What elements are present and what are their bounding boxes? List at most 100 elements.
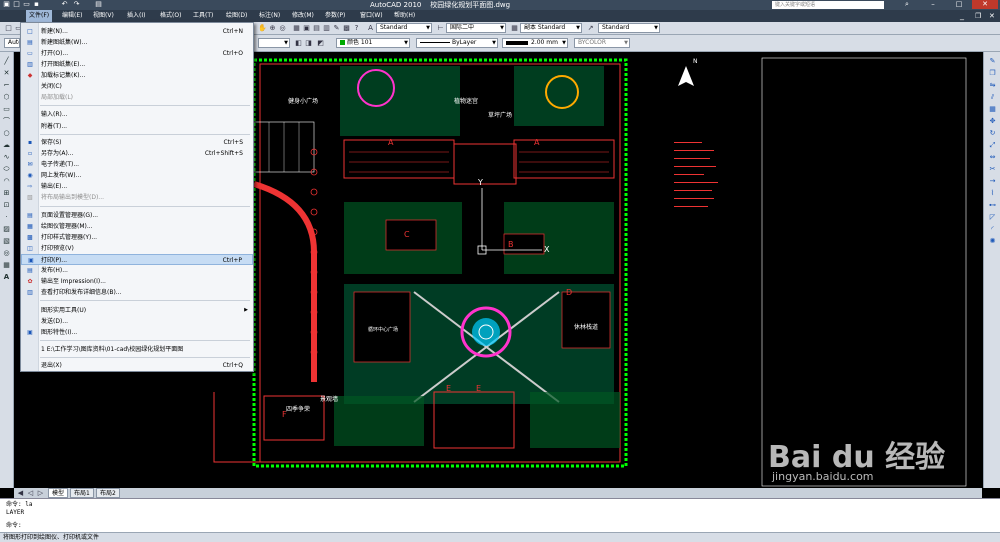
layer-match-icon[interactable]: ◨: [304, 38, 313, 48]
plotstyle-select[interactable]: BYCOLOR ▼: [574, 38, 630, 48]
menu-item-drawing-utilities[interactable]: 图形实用工具(U) ▶: [21, 305, 253, 316]
search-icon[interactable]: ⌕: [894, 0, 920, 9]
search-input[interactable]: 键入关键字或短语: [772, 1, 884, 9]
table-style-select[interactable]: 副本 Standard ▼: [520, 23, 582, 33]
ellipse-icon[interactable]: ⬭: [1, 164, 12, 174]
plot-icon[interactable]: ▤: [94, 0, 103, 9]
menu-item-export-impression[interactable]: ✿ 输出至 Impression(I)...: [21, 276, 253, 287]
tab-model[interactable]: 模型: [48, 488, 69, 498]
point-icon[interactable]: ·: [1, 212, 12, 222]
menu-item-publish-web[interactable]: ◉ 网上发布(W)...: [21, 170, 253, 181]
menu-edit[interactable]: 编辑(E): [62, 10, 82, 22]
insert-block-icon[interactable]: ⊞: [1, 188, 12, 198]
join-icon[interactable]: ⊷: [987, 200, 998, 210]
menu-item-recent-file[interactable]: 1 E:\工作学习\图库资料\01-cad\校园绿化规划平面图: [21, 344, 253, 355]
text-style-select[interactable]: Standard ▼: [376, 23, 432, 33]
polygon-icon[interactable]: ⬡: [1, 92, 12, 102]
design-center-icon[interactable]: ▣: [302, 23, 311, 33]
xline-icon[interactable]: ✕: [1, 68, 12, 78]
menu-item-open-sheet-set[interactable]: ▥ 打开图纸集(E)...: [21, 59, 253, 70]
menu-item-etransmit[interactable]: ✉ 电子传递(T)...: [21, 159, 253, 170]
menu-item-import[interactable]: 输入(R)...: [21, 109, 253, 120]
arc-icon[interactable]: ⌒: [1, 116, 12, 126]
copy-icon[interactable]: ❐: [987, 68, 998, 78]
new-icon[interactable]: □: [12, 0, 21, 9]
menu-item-save[interactable]: ▪ 保存(S) Ctrl+S: [21, 137, 253, 148]
layer-select[interactable]: ▼: [258, 38, 290, 48]
ellipse-arc-icon[interactable]: ◠: [1, 176, 12, 186]
menu-modify[interactable]: 修改(M): [292, 10, 314, 22]
menu-item-new[interactable]: □ 新建(N)... Ctrl+N: [21, 26, 253, 37]
gradient-icon[interactable]: ▧: [1, 236, 12, 246]
doc-close-icon[interactable]: ✕: [989, 10, 995, 22]
menu-help[interactable]: 帮助(H): [394, 10, 415, 22]
menu-item-exit[interactable]: 退出(X) Ctrl+Q: [21, 360, 253, 371]
array-icon[interactable]: ▦: [987, 104, 998, 114]
properties-icon[interactable]: ▦: [292, 23, 301, 33]
menu-item-load-markup[interactable]: ◆ 加载标记集(K)...: [21, 70, 253, 81]
polyline-icon[interactable]: ⌐: [1, 80, 12, 90]
menu-item-export[interactable]: ⇨ 输出(E)...: [21, 181, 253, 192]
pan-icon[interactable]: ✋: [258, 23, 267, 33]
menu-item-publish[interactable]: ▤ 发布(H)...: [21, 265, 253, 276]
close-icon[interactable]: ✕: [972, 0, 998, 9]
menu-format[interactable]: 格式(O): [160, 10, 181, 22]
tab-layout2[interactable]: 布局2: [96, 488, 120, 498]
minimize-icon[interactable]: –: [920, 0, 946, 9]
erase-icon[interactable]: ✎: [987, 56, 998, 66]
markup-icon[interactable]: ✎: [332, 23, 341, 33]
menu-item-drawing-properties[interactable]: ▣ 图形特性(I)...: [21, 327, 253, 338]
undo-icon[interactable]: ↶: [60, 0, 69, 9]
table-icon[interactable]: ▦: [1, 260, 12, 270]
menu-item-send[interactable]: 发送(D)...: [21, 316, 253, 327]
menu-item-close[interactable]: 关闭(C): [21, 81, 253, 92]
offset-icon[interactable]: ⫽: [987, 92, 998, 102]
calculator-icon[interactable]: ▩: [342, 23, 351, 33]
move-icon[interactable]: ✥: [987, 116, 998, 126]
color-select[interactable]: 颜色 101 ▼: [336, 38, 410, 48]
rotate-icon[interactable]: ↻: [987, 128, 998, 138]
open-icon[interactable]: ▭: [22, 0, 31, 9]
menu-draw[interactable]: 绘图(D): [226, 10, 247, 22]
sheet-set-icon[interactable]: ▥: [322, 23, 331, 33]
layer-iso-icon[interactable]: ◩: [316, 38, 325, 48]
menu-item-plot-preview[interactable]: ◫ 打印预览(V): [21, 243, 253, 254]
break-icon[interactable]: ⌇: [987, 188, 998, 198]
make-block-icon[interactable]: ⊡: [1, 200, 12, 210]
app-menu-icon[interactable]: ▣: [2, 0, 11, 9]
tab-prev-icon[interactable]: ◁: [26, 488, 35, 498]
tab-layout1[interactable]: 布局1: [70, 488, 94, 498]
zoom-window-icon[interactable]: ◎: [278, 23, 287, 33]
revcloud-icon[interactable]: ☁: [1, 140, 12, 150]
menu-item-save-as[interactable]: ▫ 另存为(A)... Ctrl+Shift+S: [21, 148, 253, 159]
scale-icon[interactable]: ⤢: [987, 140, 998, 150]
trim-icon[interactable]: ✂: [987, 164, 998, 174]
circle-icon[interactable]: ○: [1, 128, 12, 138]
menu-window[interactable]: 窗口(W): [360, 10, 383, 22]
command-window[interactable]: 命令: la LAYER 命令:: [0, 498, 1000, 533]
menu-item-attach[interactable]: 附着(T)...: [21, 121, 253, 132]
mtext-icon[interactable]: A: [1, 272, 12, 282]
maximize-icon[interactable]: □: [946, 0, 972, 9]
menu-parameter[interactable]: 参数(P): [325, 10, 345, 22]
line-icon[interactable]: ╱: [1, 56, 12, 66]
save-icon[interactable]: ▪: [32, 0, 41, 9]
mirror-icon[interactable]: ⇋: [987, 80, 998, 90]
dim-style-select[interactable]: 国际二中 ▼: [446, 23, 506, 33]
menu-item-plot[interactable]: ▣ 打印(P)... Ctrl+P: [21, 254, 253, 265]
doc-restore-icon[interactable]: ❐: [975, 10, 981, 22]
spline-icon[interactable]: ∿: [1, 152, 12, 162]
explode-icon[interactable]: ✺: [987, 236, 998, 246]
doc-minimize-icon[interactable]: _: [960, 10, 964, 22]
menu-tools[interactable]: 工具(T): [193, 10, 213, 22]
help-icon[interactable]: ?: [352, 23, 361, 33]
zoom-icon[interactable]: ⊕: [268, 23, 277, 33]
menu-file[interactable]: 文件(F): [26, 10, 53, 22]
qnew-icon[interactable]: □: [4, 23, 13, 33]
tab-first-icon[interactable]: ◀: [16, 488, 25, 498]
extend-icon[interactable]: →: [987, 176, 998, 186]
menu-insert[interactable]: 插入(I): [127, 10, 145, 22]
menu-item-page-setup[interactable]: ▤ 页面设置管理器(G)...: [21, 210, 253, 221]
linetype-select[interactable]: ByLayer ▼: [416, 38, 498, 48]
menu-item-plot-details[interactable]: ▥ 查看打印和发布详细信息(B)...: [21, 287, 253, 298]
